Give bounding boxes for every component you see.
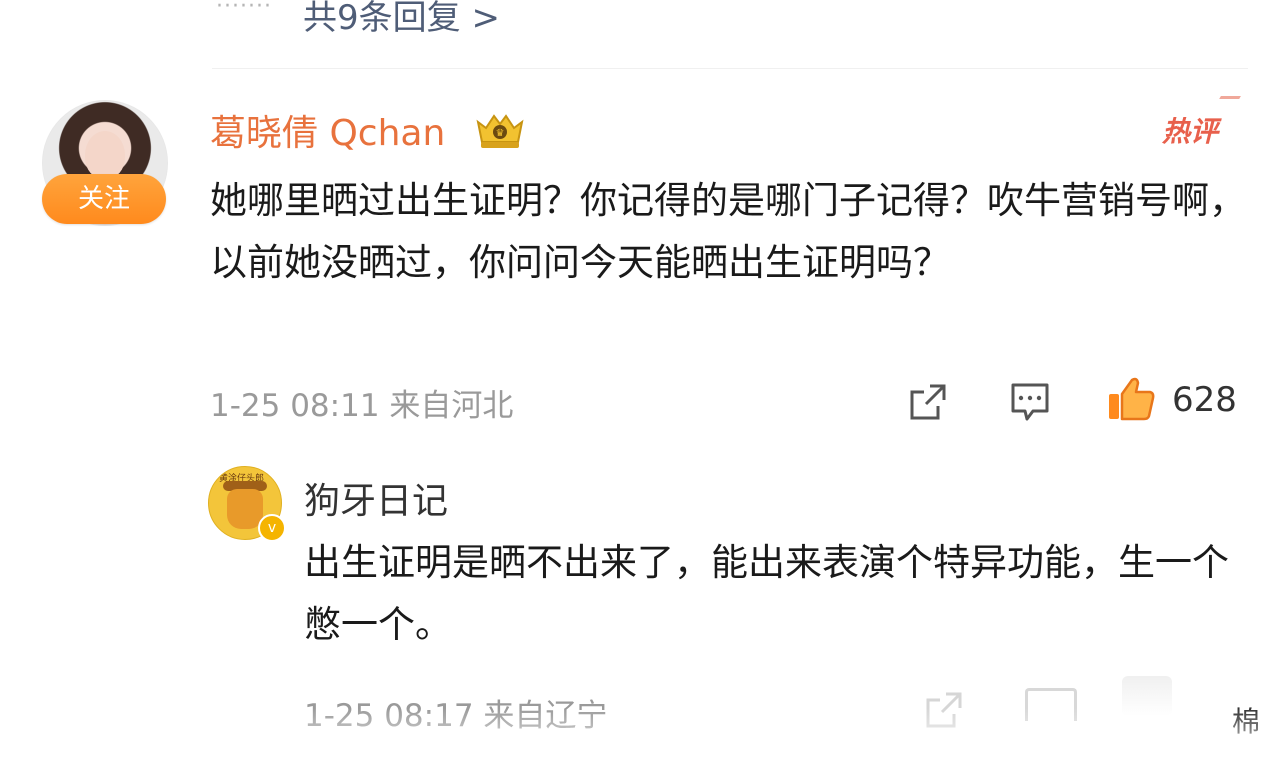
share-icon[interactable] bbox=[924, 690, 964, 730]
comment-text: 她哪里晒过出生证明？你记得的是哪门子记得？吹牛营销号啊，以前她没晒过，你问问今天… bbox=[210, 179, 1246, 284]
hot-comment-badge: 热评 bbox=[1162, 115, 1219, 148]
verified-badge-icon: v bbox=[258, 514, 286, 542]
comment-username[interactable]: 葛晓倩 Qchan bbox=[210, 104, 445, 156]
comment-icon[interactable] bbox=[1025, 688, 1077, 721]
share-icon[interactable] bbox=[908, 382, 948, 422]
reply-username[interactable]: 狗牙日记 bbox=[304, 472, 448, 524]
comment-icon[interactable] bbox=[1009, 381, 1051, 423]
like-count: 628 bbox=[1172, 380, 1237, 420]
divider bbox=[212, 68, 1248, 69]
bottom-fade bbox=[0, 708, 1280, 758]
comment-meta: 1-25 08:11 来自河北 bbox=[210, 388, 514, 424]
follow-button[interactable]: 关注 bbox=[42, 174, 166, 224]
view-replies-link[interactable]: 共9条回复 > bbox=[303, 0, 500, 39]
reply-meta: 1-25 08:17 来自辽宁 bbox=[304, 698, 608, 734]
vip-crown-icon: ♛ bbox=[476, 114, 524, 148]
watermark: 棉 bbox=[1232, 705, 1261, 738]
thumbs-up-icon[interactable] bbox=[1106, 376, 1156, 422]
reply-dots: ······· bbox=[216, 0, 272, 19]
thumbs-up-icon[interactable] bbox=[1122, 676, 1172, 716]
svg-text:♛: ♛ bbox=[496, 128, 505, 139]
reply-text: 出生证明是晒不出来了，能出来表演个特异功能，生一个憋一个。 bbox=[304, 541, 1229, 646]
